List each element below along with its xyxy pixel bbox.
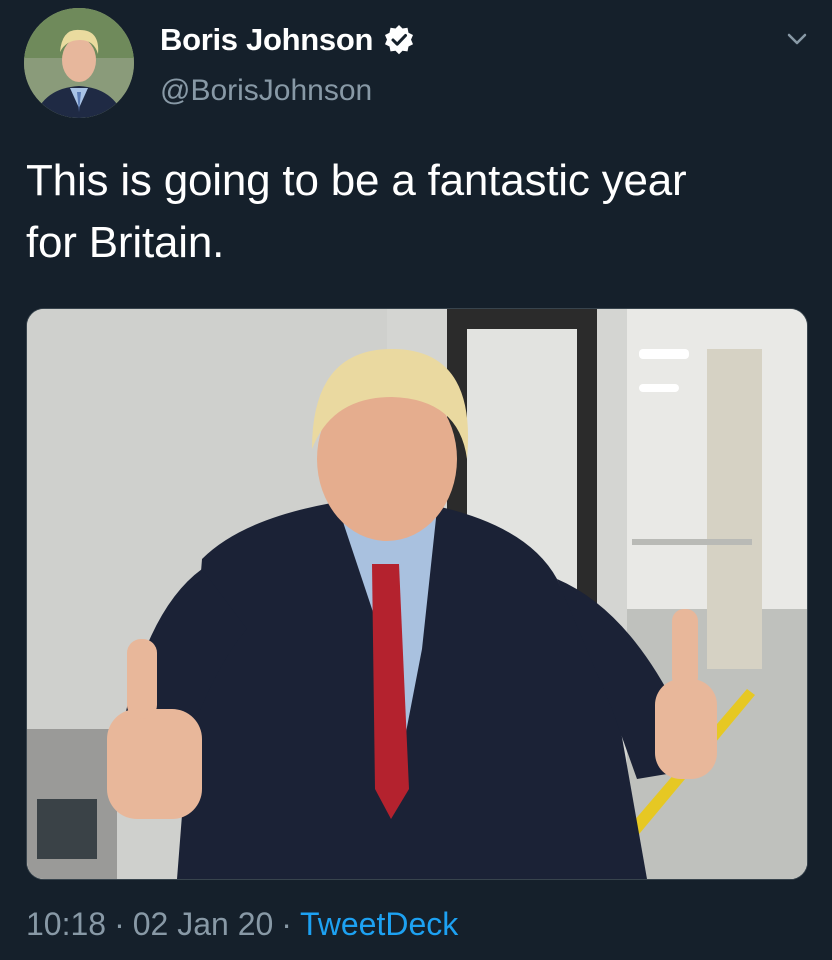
tweet-meta: 10:18 · 02 Jan 20 · TweetDeck: [26, 906, 458, 943]
tweet-text-line: for Britain.: [26, 218, 225, 267]
tweet-time[interactable]: 10:18: [26, 906, 106, 942]
tweet-photo[interactable]: [26, 308, 808, 880]
author-handle[interactable]: @BorisJohnson: [160, 74, 372, 108]
tweet-date[interactable]: 02 Jan 20: [133, 906, 274, 942]
author-name-row[interactable]: Boris Johnson: [160, 20, 415, 60]
tweet-text-line: This is going to be a fantastic year: [26, 156, 687, 205]
chevron-down-icon[interactable]: [784, 26, 810, 52]
tweet-card: Boris Johnson @BorisJohnson This is goin…: [0, 0, 832, 960]
meta-separator: ·: [281, 906, 292, 942]
author-display-name[interactable]: Boris Johnson: [160, 22, 373, 58]
tweet-source-link[interactable]: TweetDeck: [300, 906, 458, 942]
verified-badge-icon: [383, 24, 415, 56]
avatar[interactable]: [24, 8, 134, 118]
meta-separator: ·: [114, 906, 125, 942]
tweet-text: This is going to be a fantastic year for…: [26, 150, 816, 274]
